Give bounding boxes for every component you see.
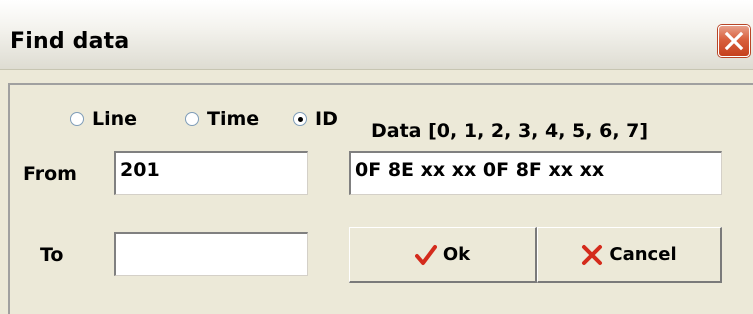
radio-line-circle[interactable] (70, 112, 84, 126)
data-input[interactable]: 0F 8E xx xx 0F 8F xx xx (349, 151, 722, 195)
close-icon (724, 31, 744, 51)
close-button[interactable] (718, 25, 750, 57)
cancel-button-label: Cancel (609, 244, 677, 265)
radio-time[interactable]: Time (185, 106, 259, 132)
from-input[interactable]: 201 (114, 151, 308, 195)
checkmark-icon (414, 244, 437, 266)
radio-time-circle[interactable] (185, 112, 199, 126)
radio-line-label: Line (92, 108, 138, 130)
radio-id-label: ID (315, 108, 338, 130)
cancel-button[interactable]: Cancel (537, 227, 722, 283)
radio-time-label: Time (207, 108, 260, 130)
radio-id-circle[interactable] (293, 112, 307, 126)
to-input[interactable] (114, 232, 308, 276)
radio-line[interactable]: Line (70, 106, 137, 132)
ok-button-label: Ok (442, 244, 471, 265)
title-bar[interactable]: Find data (0, 0, 753, 70)
cross-icon (581, 244, 603, 266)
to-label: To (40, 244, 64, 266)
window-title: Find data (10, 29, 130, 54)
radio-id[interactable]: ID (293, 106, 338, 132)
from-label: From (23, 163, 77, 185)
find-data-dialog: Find data Line Time ID Data [0, 1, 2, 3,… (0, 0, 753, 314)
ok-button[interactable]: Ok (349, 227, 537, 283)
data-label: Data [0, 1, 2, 3, 4, 5, 6, 7] (371, 120, 649, 142)
